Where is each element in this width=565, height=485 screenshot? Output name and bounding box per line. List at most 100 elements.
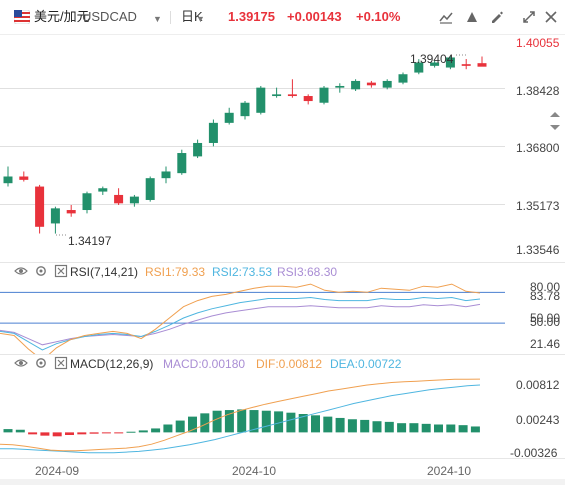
- candle-body: [240, 102, 250, 117]
- price-chart[interactable]: [0, 34, 505, 262]
- candle-body: [114, 194, 124, 204]
- rsi2-value: RSI2:73.53: [212, 265, 273, 279]
- macd-histogram-bar: [52, 432, 62, 437]
- macd-histogram-bar: [434, 424, 443, 433]
- time-axis-label: 2024-09: [35, 464, 80, 478]
- candle-body: [161, 171, 171, 179]
- draw-tools-icon[interactable]: [438, 9, 454, 25]
- side-collapse-icon[interactable]: [549, 110, 561, 132]
- candle-body: [3, 176, 13, 184]
- candle-body: [50, 208, 60, 224]
- macd-histogram-bar: [101, 432, 111, 434]
- macd-histogram-bar: [126, 431, 136, 433]
- macd-histogram-bar: [15, 429, 25, 433]
- high-price-annotation: 1.39404: [410, 52, 454, 66]
- macd-histogram-bar: [151, 428, 161, 433]
- dea-value: DEA:0.00722: [330, 357, 402, 371]
- us-flag-icon: [14, 10, 30, 24]
- candle-body: [366, 82, 376, 86]
- macd-title[interactable]: MACD(12,26,9): [70, 357, 153, 371]
- candle-body: [319, 87, 329, 103]
- candle-body: [19, 176, 29, 180]
- rsi1-line: [0, 283, 481, 354]
- candle-body: [398, 74, 408, 83]
- rsi-axis-label: 50.00: [530, 315, 561, 329]
- macd-histogram-bar: [138, 430, 148, 433]
- candle-body: [272, 94, 282, 97]
- rsi-title[interactable]: RSI(7,14,21): [70, 265, 138, 279]
- macd-histogram-bar: [347, 419, 357, 433]
- panel-divider: [0, 354, 565, 355]
- price-axis-label: 1.33546: [516, 243, 560, 257]
- macd-histogram-bar: [372, 421, 382, 433]
- chart-header: 美元/加元 USDCAD ▼ 日K ▼ 1.39175 +0.00143 +0.…: [0, 0, 565, 35]
- candle-body: [35, 186, 45, 227]
- candle-body: [477, 63, 487, 67]
- candle-body: [129, 196, 139, 204]
- macd-histogram-bar: [28, 432, 38, 435]
- candle-body: [208, 122, 218, 143]
- time-axis-label: 2024-10: [232, 464, 277, 478]
- scroll-track[interactable]: [0, 479, 565, 485]
- macd-histogram-bar: [65, 432, 74, 435]
- macd-chart[interactable]: [0, 372, 505, 456]
- rsi1-value: RSI1:79.33: [145, 265, 206, 279]
- candle-body: [303, 96, 313, 102]
- macd-histogram-bar: [175, 420, 185, 433]
- hide-indicator-icon[interactable]: [14, 356, 28, 370]
- edit-icon[interactable]: [489, 9, 505, 25]
- close-indicator-icon[interactable]: [54, 264, 68, 278]
- close-indicator-icon[interactable]: [54, 356, 68, 370]
- fullscreen-icon[interactable]: [521, 9, 537, 25]
- dif-value: DIF:0.00812: [256, 357, 323, 371]
- rsi3-value: RSI3:68.30: [277, 265, 338, 279]
- macd-histogram-bar: [212, 410, 222, 433]
- macd-histogram-bar: [40, 432, 50, 436]
- period-dropdown-icon[interactable]: ▼: [196, 11, 205, 27]
- macd-histogram-bar: [323, 416, 333, 433]
- rsi-chart[interactable]: [0, 280, 505, 354]
- low-price-annotation: 1.34197: [68, 234, 112, 248]
- candle-body: [461, 64, 471, 66]
- indicator-settings-gear-icon[interactable]: [34, 264, 48, 278]
- macd-histogram-bar: [335, 417, 345, 433]
- candle-body: [335, 85, 345, 88]
- macd-histogram-bar: [360, 419, 370, 433]
- last-price: 1.39175: [228, 9, 275, 24]
- price-axis-label: 1.40055: [516, 36, 560, 50]
- candle-body: [145, 178, 155, 200]
- header-divider: [170, 11, 171, 24]
- symbol-dropdown-icon[interactable]: ▼: [153, 11, 162, 27]
- close-icon[interactable]: [543, 9, 559, 25]
- candle-body: [287, 94, 297, 97]
- macd-histogram-bar: [77, 432, 87, 435]
- candle-body: [177, 153, 187, 174]
- macd-axis-label: 0.00812: [516, 378, 560, 392]
- price-change: +0.00143: [287, 9, 342, 24]
- macd-histogram-bar: [421, 423, 431, 433]
- macd-value: MACD:0.00180: [163, 357, 246, 371]
- candle-body: [351, 80, 361, 90]
- price-axis-label: 1.35173: [516, 199, 560, 213]
- rsi-axis-label: 21.46: [530, 337, 561, 351]
- macd-histogram-bar: [458, 425, 468, 433]
- macd-histogram-bar: [409, 423, 419, 433]
- macd-histogram-bar: [397, 423, 407, 433]
- candle-body: [224, 112, 234, 123]
- time-axis-line: [0, 458, 565, 459]
- macd-histogram-bar: [114, 432, 124, 434]
- chart-app: 美元/加元 USDCAD ▼ 日K ▼ 1.39175 +0.00143 +0.…: [0, 0, 565, 485]
- macd-axis-label: 0.00243: [516, 413, 560, 427]
- macd-histogram-bar: [3, 429, 13, 433]
- indicator-settings-gear-icon[interactable]: [34, 356, 48, 370]
- macd-histogram-bar: [261, 410, 271, 433]
- macd-histogram-bar: [470, 426, 480, 433]
- macd-histogram-bar: [286, 412, 296, 433]
- price-axis-label: 1.36800: [516, 141, 560, 155]
- symbol-code[interactable]: USDCAD: [82, 9, 137, 25]
- indicator-settings-icon[interactable]: [464, 9, 480, 25]
- candle-body: [82, 193, 92, 211]
- price-axis-label: 1.38428: [516, 84, 560, 98]
- hide-indicator-icon[interactable]: [14, 264, 28, 278]
- macd-histogram-bar: [311, 415, 320, 433]
